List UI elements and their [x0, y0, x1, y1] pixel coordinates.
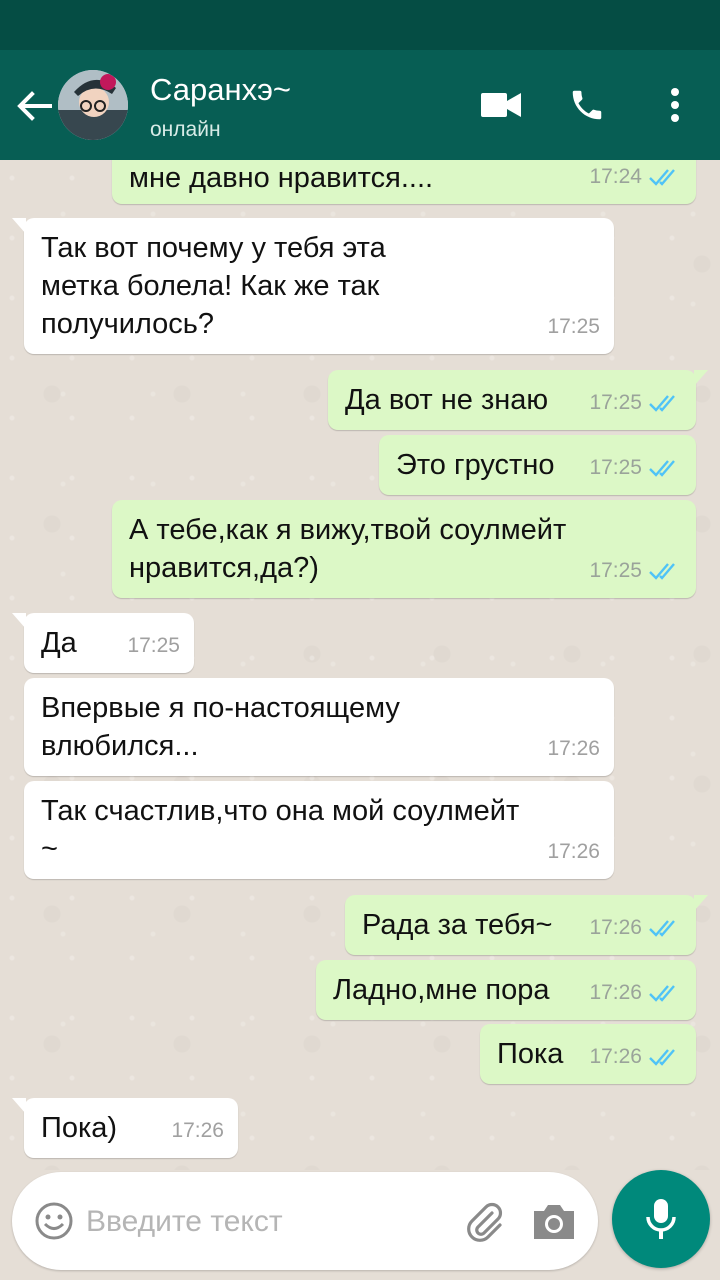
message-text: Это грустно — [396, 449, 555, 481]
message-bubble[interactable]: Да 17:25 — [12, 613, 194, 673]
contact-name[interactable]: Саранхэ~ — [150, 72, 291, 108]
message-text: мне давно нравится.... — [129, 162, 434, 194]
message-time: 17:25 — [589, 559, 642, 582]
double-check-icon — [649, 563, 675, 580]
message-bubble[interactable]: Так счастлив,что она мой соулмейт ~ 17:2… — [24, 781, 614, 879]
avatar[interactable] — [58, 70, 128, 140]
message-time: 17:25 — [589, 456, 642, 479]
message-text: Пока) — [41, 1112, 118, 1144]
message-time: 17:26 — [589, 981, 642, 1004]
back-arrow-icon[interactable] — [14, 86, 54, 126]
message-time: 17:24 — [589, 165, 642, 188]
message-composer — [12, 1172, 598, 1270]
message-bubble[interactable]: Пока 17:26 — [480, 1024, 696, 1084]
status-bar — [0, 0, 720, 50]
message-bubble[interactable]: Да вот не знаю 17:25 — [328, 370, 708, 430]
message-bubble[interactable]: Ладно,мне пора 17:26 — [316, 960, 696, 1020]
message-text: Так счастлив,что она мой соулмейт ~ — [41, 795, 520, 865]
message-time: 17:26 — [171, 1119, 224, 1142]
message-time: 17:25 — [589, 391, 642, 414]
paperclip-icon[interactable] — [462, 1199, 506, 1243]
message-bubble[interactable]: Это грустно 17:25 — [379, 435, 696, 495]
message-time: 17:25 — [127, 634, 180, 657]
contact-status: онлайн — [150, 118, 221, 141]
message-text: Пока — [497, 1038, 564, 1070]
message-text: Да — [41, 627, 77, 659]
double-check-icon — [649, 460, 675, 477]
double-check-icon — [649, 1049, 675, 1066]
message-bubble[interactable]: Пока) 17:26 — [12, 1098, 238, 1158]
message-list[interactable]: мне давно нравится.... 17:24 Так вот поч… — [0, 160, 720, 1170]
message-bubble[interactable]: Рада за тебя~ 17:26 — [345, 895, 708, 955]
camera-icon[interactable] — [530, 1199, 578, 1243]
message-text: Ладно,мне пора — [333, 974, 550, 1006]
more-vertical-icon[interactable] — [652, 82, 698, 128]
message-time: 17:26 — [547, 840, 600, 863]
message-time: 17:25 — [547, 315, 600, 338]
microphone-icon — [646, 1199, 676, 1239]
double-check-icon — [649, 985, 675, 1002]
double-check-icon — [649, 920, 675, 937]
video-camera-icon[interactable] — [478, 82, 524, 128]
message-bubble[interactable]: Впервые я по-настоящему влюбился... 17:2… — [24, 678, 614, 776]
message-bubble[interactable]: А тебе,как я вижу,твой соулмейт нравится… — [112, 500, 696, 598]
message-time: 17:26 — [589, 1045, 642, 1068]
message-input[interactable] — [86, 1200, 446, 1244]
message-text: Так вот почему у тебя эта метка болела! … — [41, 232, 386, 340]
message-time: 17:26 — [547, 737, 600, 760]
double-check-icon — [649, 395, 675, 412]
microphone-button[interactable] — [612, 1170, 710, 1268]
chat-header: Саранхэ~ онлайн — [0, 50, 720, 160]
message-time: 17:26 — [589, 916, 642, 939]
message-bubble[interactable]: мне давно нравится.... 17:24 — [112, 160, 696, 204]
message-text: А тебе,как я вижу,твой соулмейт нравится… — [129, 514, 567, 584]
emoji-icon[interactable] — [34, 1201, 74, 1241]
message-text: Впервые я по-настоящему влюбился... — [41, 692, 400, 762]
message-text: Да вот не знаю — [345, 384, 549, 416]
message-text: Рада за тебя~ — [362, 909, 553, 941]
message-bubble[interactable]: Так вот почему у тебя эта метка болела! … — [12, 218, 614, 354]
phone-icon[interactable] — [564, 82, 610, 128]
double-check-icon — [649, 169, 675, 186]
